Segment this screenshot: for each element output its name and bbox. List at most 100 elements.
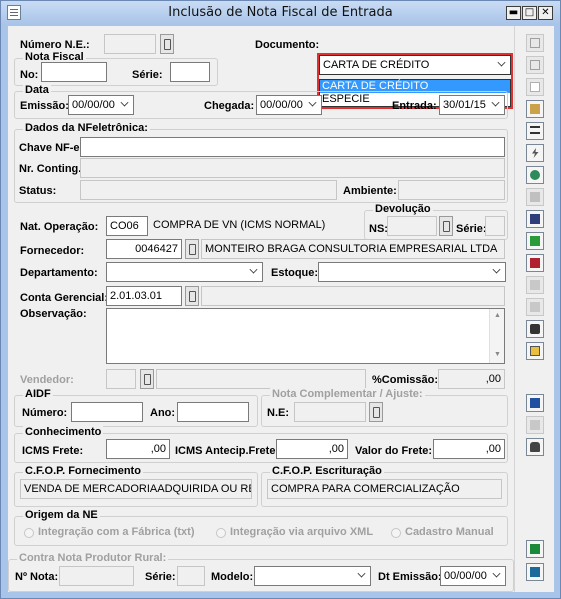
produtor-emissao-value: 00/00/00 <box>444 570 487 582</box>
fornecedor-name: MONTEIRO BRAGA CONSULTORIA EMPRESARIAL L… <box>201 239 505 259</box>
produtor-modelo-select[interactable] <box>254 566 371 586</box>
estoque-select[interactable] <box>318 262 506 282</box>
globe-icon <box>530 170 540 180</box>
printer-alt-icon <box>530 302 540 312</box>
complementar-lookup-button[interactable] <box>369 402 383 422</box>
toolbar-button-8[interactable] <box>526 188 544 206</box>
fornecedor-code-field[interactable]: 0046427 <box>106 239 182 259</box>
devolucao-lookup-button[interactable] <box>439 216 453 236</box>
fornecedor-lookup-button[interactable] <box>185 239 199 259</box>
toolbar-button-10[interactable] <box>526 232 544 250</box>
conta-description <box>201 286 505 306</box>
ambiente-field <box>398 180 505 200</box>
vendedor-name <box>156 369 366 389</box>
documento-select[interactable]: CARTA DE CRÉDITO <box>319 55 511 75</box>
toolbar-button-12[interactable] <box>526 276 544 294</box>
observacao-scrollbar[interactable]: ▲ ▼ <box>489 309 504 363</box>
entrada-date-value: 30/01/15 <box>443 99 486 111</box>
toolbar-button-15[interactable] <box>526 342 544 360</box>
produtor-serie-field[interactable] <box>177 566 205 586</box>
toolbar-button-18[interactable] <box>526 438 544 456</box>
devolucao-serie-field[interactable] <box>485 216 505 236</box>
toolbar-button-2[interactable] <box>526 56 544 74</box>
chevron-down-icon[interactable] <box>305 96 321 114</box>
operacao-description: COMPRA DE VN (ICMS NORMAL) <box>153 219 326 231</box>
chave-nfe-field[interactable] <box>80 137 505 157</box>
origem-radio-xml[interactable] <box>216 528 226 538</box>
aidf-numero-field[interactable] <box>71 402 143 422</box>
folder-icon <box>530 420 540 430</box>
comissao-field[interactable]: ,00 <box>438 369 505 389</box>
origem-radio-fabrica[interactable] <box>24 528 34 538</box>
toolbar-button-9[interactable] <box>526 210 544 228</box>
conta-lookup-button[interactable] <box>185 286 199 306</box>
origem-label-manual: Cadastro Manual <box>405 526 494 538</box>
confirm-button[interactable] <box>526 540 544 558</box>
observacao-textarea[interactable] <box>106 308 505 364</box>
exit-button[interactable] <box>526 563 544 581</box>
ambiente-label: Ambiente: <box>343 185 397 197</box>
produtor-emissao-field[interactable]: 00/00/00 <box>440 566 506 586</box>
contingencia-field[interactable] <box>80 158 505 178</box>
aidf-ano-field[interactable] <box>177 402 249 422</box>
operacao-code-field[interactable]: CO06 <box>106 216 148 236</box>
chevron-down-icon <box>354 567 370 585</box>
nota-serie-field[interactable] <box>170 62 210 82</box>
numero-ne-label: Número N.E.: <box>20 39 90 51</box>
toolbar-button-16[interactable] <box>526 394 544 412</box>
nota-serie-label: Série: <box>132 69 163 81</box>
valor-frete-field[interactable]: ,00 <box>433 439 505 459</box>
complementar-ne-label: N.E: <box>267 407 289 419</box>
toolbar-button-1[interactable] <box>526 34 544 52</box>
chevron-down-icon[interactable] <box>117 96 133 114</box>
chegada-date-field[interactable]: 00/00/00 <box>256 95 322 115</box>
toolbar-button-4[interactable] <box>526 100 544 118</box>
icms-antecip-label: ICMS Antecip.Frete: <box>175 445 280 457</box>
produtor-nota-field[interactable] <box>59 566 134 586</box>
numero-ne-lookup-button[interactable] <box>160 34 174 54</box>
nota-no-field[interactable] <box>41 62 107 82</box>
toolbar-button-7[interactable] <box>526 166 544 184</box>
devolucao-serie-label: Série: <box>456 223 487 235</box>
origem-radio-manual[interactable] <box>391 528 401 538</box>
scroll-down-icon[interactable]: ▼ <box>494 351 501 358</box>
icms-antecip-field[interactable]: ,00 <box>276 439 348 459</box>
entrada-date-field[interactable]: 30/01/15 <box>439 95 505 115</box>
emissao-label: Emissão: <box>20 100 69 112</box>
chevron-down-icon <box>246 263 262 281</box>
maximize-button[interactable]: □ <box>522 6 537 20</box>
chevron-down-icon[interactable] <box>488 96 504 114</box>
toolbar-button-11[interactable] <box>526 254 544 272</box>
window-title: Inclusão de Nota Fiscal de Entrada <box>168 5 393 20</box>
report-icon <box>530 258 540 268</box>
close-button[interactable]: ✕ <box>538 6 553 20</box>
nfe-title: Dados da NFeletrônica: <box>23 122 150 134</box>
complementar-ne-field[interactable] <box>294 402 366 422</box>
calendar-icon <box>530 398 540 408</box>
toolbar-button-3[interactable] <box>526 78 544 96</box>
icms-frete-field[interactable]: ,00 <box>106 439 170 459</box>
form-area: Número N.E.: Documento: CARTA DE CRÉDITO… <box>8 26 514 592</box>
toolbar-button-5[interactable] <box>526 122 544 140</box>
toolbar-button-14[interactable] <box>526 320 544 338</box>
departamento-select[interactable] <box>106 262 263 282</box>
chevron-down-icon <box>494 56 510 74</box>
minimize-button[interactable]: ▬ <box>506 6 521 20</box>
devolucao-ns-field[interactable] <box>387 216 437 236</box>
aidf-ano-label: Ano: <box>150 407 176 419</box>
origem-label-xml: Integração via arquivo XML <box>230 526 374 538</box>
exit-door-icon <box>530 567 540 577</box>
icms-frete-label: ICMS Frete: <box>22 445 84 457</box>
conta-label: Conta Gerencial: <box>20 292 109 304</box>
conta-code-field[interactable]: 2.01.03.01 <box>106 286 182 306</box>
toolbar-button-17[interactable] <box>526 416 544 434</box>
chevron-down-icon[interactable] <box>489 567 505 585</box>
numero-ne-field[interactable] <box>104 34 156 54</box>
scroll-up-icon[interactable]: ▲ <box>494 312 501 319</box>
emissao-date-field[interactable]: 00/00/00 <box>68 95 134 115</box>
toolbar-button-13[interactable] <box>526 298 544 316</box>
vendedor-code-field[interactable] <box>106 369 136 389</box>
toolbar-button-6[interactable] <box>526 144 544 162</box>
departamento-label: Departamento: <box>20 267 98 279</box>
vendedor-lookup-button[interactable] <box>140 369 154 389</box>
